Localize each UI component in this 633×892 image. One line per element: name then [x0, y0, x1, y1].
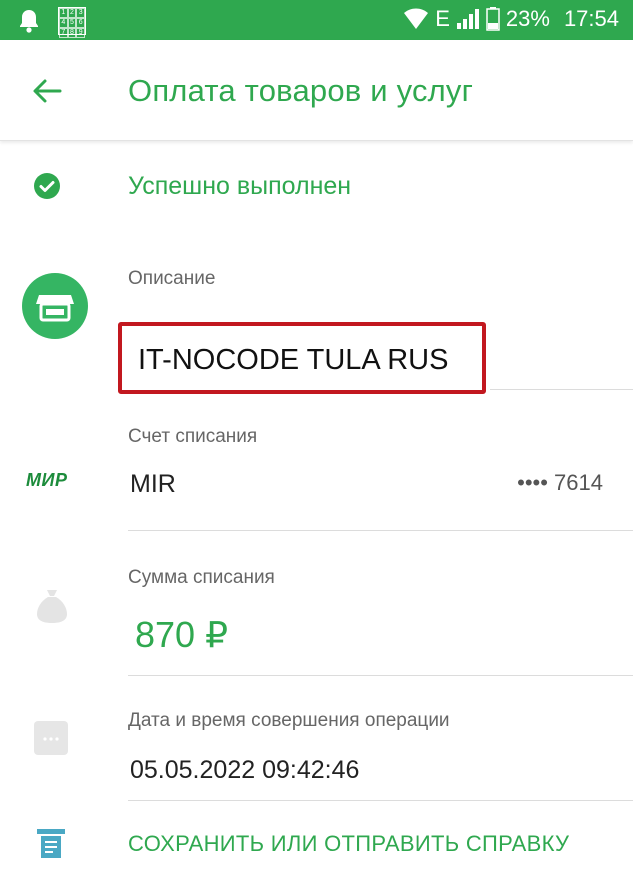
battery-level: 23%: [505, 6, 550, 31]
receipt-icon[interactable]: [36, 828, 66, 860]
page-title: Оплата товаров и услуг: [128, 73, 474, 108]
clock: 17:54: [563, 6, 619, 31]
divider: [490, 389, 633, 390]
status-bar-right: E 23% 17:54: [403, 6, 619, 32]
divider: [128, 530, 633, 531]
amount-label: Сумма списания: [128, 567, 275, 588]
store-icon: [22, 273, 88, 339]
calendar-icon: [34, 721, 68, 755]
arrow-left-icon[interactable]: [30, 74, 64, 108]
save-or-send-receipt-button[interactable]: СОХРАНИТЬ ИЛИ ОТПРАВИТЬ СПРАВКУ: [128, 831, 569, 857]
account-value: MIR: [130, 470, 176, 498]
battery-icon: [486, 7, 500, 31]
datetime-value: 05.05.2022 09:42:46: [130, 756, 360, 784]
money-bag-icon: [37, 590, 67, 623]
card-number: •••• 7614: [517, 470, 603, 495]
signal-icon: [456, 9, 479, 29]
status-bar-left: 123 456 789: [18, 7, 86, 38]
operation-status: Успешно выполнен: [128, 172, 352, 200]
bell-icon: [20, 10, 38, 33]
status-bar: 123 456 789 E 23% 17:54: [0, 0, 633, 40]
description-value: IT-NOCODE TULA RUS: [138, 344, 449, 376]
datetime-label: Дата и время совершения операции: [128, 710, 450, 731]
check-circle-icon: [34, 173, 60, 199]
mir-logo: МИР: [26, 470, 68, 490]
description-label: Описание: [128, 268, 216, 289]
calculator-grid-icon: 123 456 789: [58, 7, 86, 38]
network-type: E: [435, 6, 450, 31]
amount-value: 870 ₽: [135, 614, 228, 655]
wifi-icon: [404, 8, 429, 29]
divider: [128, 800, 633, 801]
app-bar: Оплата товаров и услуг: [0, 40, 633, 141]
divider: [128, 675, 633, 676]
account-label: Счет списания: [128, 426, 258, 447]
